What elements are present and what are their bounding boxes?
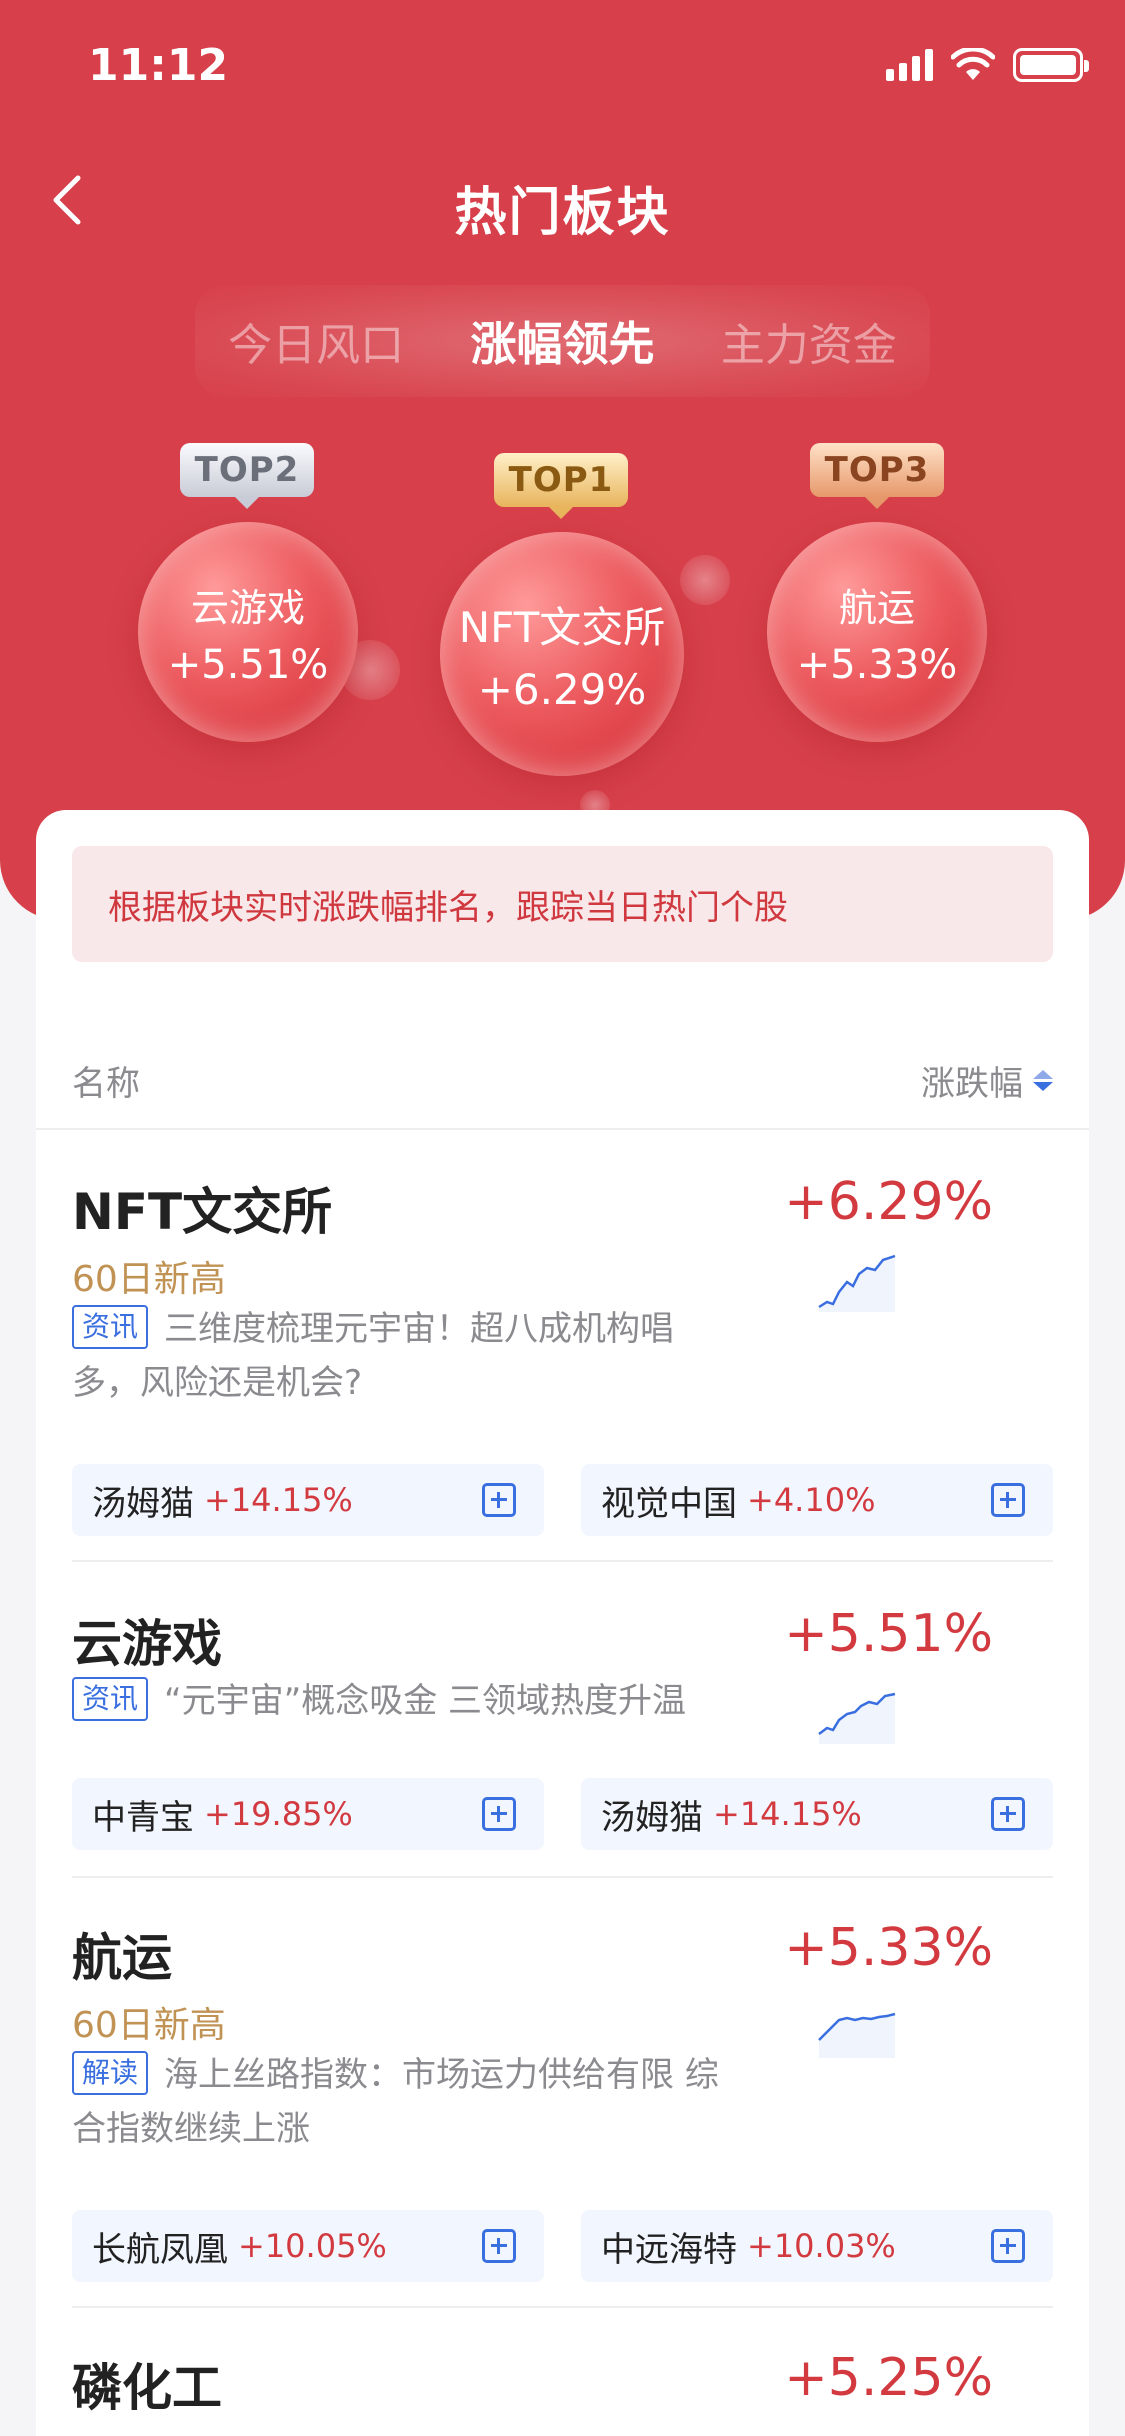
sector-row[interactable]: 磷化工 +5.25% bbox=[72, 2348, 1053, 2436]
battery-icon bbox=[1013, 48, 1089, 82]
bubble-sector-pct: +5.51% bbox=[167, 641, 329, 688]
news-tag: 资讯 bbox=[72, 1677, 149, 1721]
news-text: 海上丝路指数：市场运力供给有限 综合指数继续上涨 bbox=[72, 2055, 719, 2149]
bubble-sector-pct: +6.29% bbox=[477, 665, 647, 714]
add-watchlist-icon[interactable] bbox=[482, 1797, 516, 1831]
add-watchlist-icon[interactable] bbox=[991, 1483, 1025, 1517]
top-sector-bubble-2[interactable]: 云游戏 +5.51% bbox=[138, 522, 358, 742]
sort-by-change-button[interactable]: 涨跌幅 bbox=[921, 1056, 1053, 1105]
stock-chip[interactable]: 长航凤凰 +10.05% bbox=[72, 2210, 544, 2282]
sector-change-pct: +6.29% bbox=[784, 1172, 993, 1232]
stock-name: 中青宝 bbox=[92, 1797, 194, 1838]
bubble-sector-name: 航运 bbox=[838, 585, 915, 630]
rank-badge-top3: TOP3 bbox=[810, 443, 944, 509]
status-time: 11:12 bbox=[88, 40, 229, 91]
stock-name: 汤姆猫 bbox=[601, 1797, 703, 1838]
stock-chip[interactable]: 中青宝 +19.85% bbox=[72, 1778, 544, 1850]
sector-name: 云游戏 bbox=[72, 1615, 222, 1673]
bubble-sector-pct: +5.33% bbox=[796, 641, 958, 688]
news-tag: 解读 bbox=[72, 2051, 149, 2095]
rank-badge-top2: TOP2 bbox=[180, 443, 314, 509]
sector-high-tag: 60日新高 bbox=[72, 2005, 226, 2046]
tab-main-capital[interactable]: 主力资金 bbox=[703, 299, 915, 383]
sector-news[interactable]: 资讯 “元宇宙”概念吸金 三领域热度升温 bbox=[72, 1674, 732, 1728]
tab-top-gainers[interactable]: 涨幅领先 bbox=[452, 298, 672, 384]
sector-news[interactable]: 解读 海上丝路指数：市场运力供给有限 综合指数继续上涨 bbox=[72, 2048, 732, 2156]
stock-name: 汤姆猫 bbox=[92, 1483, 194, 1524]
stock-change-pct: +4.10% bbox=[747, 1481, 876, 1519]
sector-change-pct: +5.51% bbox=[784, 1604, 993, 1664]
sector-news[interactable]: 资讯 三维度梳理元宇宙！超八成机构唱多，风险还是机会? bbox=[72, 1302, 732, 1410]
stock-pair: 长航凤凰 +10.05% 中远海特 +10.03% bbox=[72, 2210, 1053, 2282]
divider bbox=[36, 1128, 1089, 1130]
divider bbox=[72, 1876, 1053, 1878]
sector-row[interactable]: 航运 +5.33% 60日新高 解读 海上丝路指数：市场运力供给有限 综合指数继续… bbox=[72, 1918, 1053, 2368]
stock-change-pct: +14.15% bbox=[204, 1481, 353, 1519]
sparkline-chart bbox=[818, 1254, 896, 1312]
sector-row[interactable]: NFT文交所 +6.29% 60日新高 资讯 三维度梳理元宇宙！超八成机构唱多，风… bbox=[72, 1172, 1053, 1622]
sparkline-chart bbox=[818, 2012, 896, 2058]
sector-change-pct: +5.25% bbox=[784, 2348, 993, 2408]
top-sector-bubble-1[interactable]: NFT文交所 +6.29% bbox=[440, 532, 684, 776]
bubble-sector-name: NFT文交所 bbox=[458, 603, 666, 652]
tab-bar: 今日风口 涨幅领先 主力资金 bbox=[195, 285, 930, 397]
news-tag: 资讯 bbox=[72, 1305, 149, 1349]
sector-name: 航运 bbox=[72, 1929, 172, 1987]
cellular-signal-icon bbox=[886, 49, 933, 81]
add-watchlist-icon[interactable] bbox=[991, 2229, 1025, 2263]
nav-bar: 热门板块 bbox=[0, 150, 1125, 250]
tab-today-trend[interactable]: 今日风口 bbox=[210, 299, 422, 383]
stock-name: 中远海特 bbox=[601, 2229, 737, 2270]
news-text: 三维度梳理元宇宙！超八成机构唱多，风险还是机会? bbox=[72, 1309, 675, 1403]
news-text: “元宇宙”概念吸金 三领域热度升温 bbox=[164, 1681, 687, 1721]
stock-name: 视觉中国 bbox=[601, 1483, 737, 1524]
sector-row[interactable]: 云游戏 +5.51% 资讯 “元宇宙”概念吸金 三领域热度升温 中青宝 +19.8… bbox=[72, 1604, 1053, 1934]
sector-change-pct: +5.33% bbox=[784, 1918, 993, 1978]
sector-name: NFT文交所 bbox=[72, 1183, 333, 1241]
status-bar: 11:12 bbox=[0, 0, 1125, 130]
stock-name: 长航凤凰 bbox=[92, 2229, 228, 2270]
sparkline-chart bbox=[818, 1692, 896, 1744]
sort-arrows-icon bbox=[1033, 1069, 1053, 1091]
stock-change-pct: +14.15% bbox=[713, 1795, 862, 1833]
add-watchlist-icon[interactable] bbox=[991, 1797, 1025, 1831]
divider bbox=[72, 1560, 1053, 1562]
status-icons bbox=[886, 48, 1089, 82]
stock-pair: 中青宝 +19.85% 汤姆猫 +14.15% bbox=[72, 1778, 1053, 1850]
stock-chip[interactable]: 中远海特 +10.03% bbox=[581, 2210, 1053, 2282]
wifi-icon bbox=[951, 48, 995, 80]
sector-list-card: 根据板块实时涨跌幅排名，跟踪当日热门个股 名称 涨跌幅 NFT文交所 +6.29… bbox=[36, 810, 1089, 2436]
stock-chip[interactable]: 汤姆猫 +14.15% bbox=[581, 1778, 1053, 1850]
sector-name: 磷化工 bbox=[72, 2359, 222, 2417]
column-change-label: 涨跌幅 bbox=[921, 1063, 1023, 1104]
rank-badge-top1: TOP1 bbox=[494, 453, 628, 519]
stock-pair: 汤姆猫 +14.15% 视觉中国 +4.10% bbox=[72, 1464, 1053, 1536]
stock-change-pct: +19.85% bbox=[204, 1795, 353, 1833]
page-title: 热门板块 bbox=[454, 183, 671, 243]
column-name-label: 名称 bbox=[72, 1063, 140, 1104]
stock-chip[interactable]: 视觉中国 +4.10% bbox=[581, 1464, 1053, 1536]
stock-chip[interactable]: 汤姆猫 +14.15% bbox=[72, 1464, 544, 1536]
add-watchlist-icon[interactable] bbox=[482, 1483, 516, 1517]
list-header: 名称 涨跌幅 bbox=[72, 1050, 1053, 1110]
bubble-sector-name: 云游戏 bbox=[190, 585, 305, 630]
add-watchlist-icon[interactable] bbox=[482, 2229, 516, 2263]
notice-banner: 根据板块实时涨跌幅排名，跟踪当日热门个股 bbox=[72, 846, 1053, 962]
divider bbox=[72, 2306, 1053, 2308]
top-sector-bubble-3[interactable]: 航运 +5.33% bbox=[767, 522, 987, 742]
stock-change-pct: +10.03% bbox=[747, 2227, 896, 2265]
sector-high-tag: 60日新高 bbox=[72, 1259, 226, 1300]
stock-change-pct: +10.05% bbox=[238, 2227, 387, 2265]
